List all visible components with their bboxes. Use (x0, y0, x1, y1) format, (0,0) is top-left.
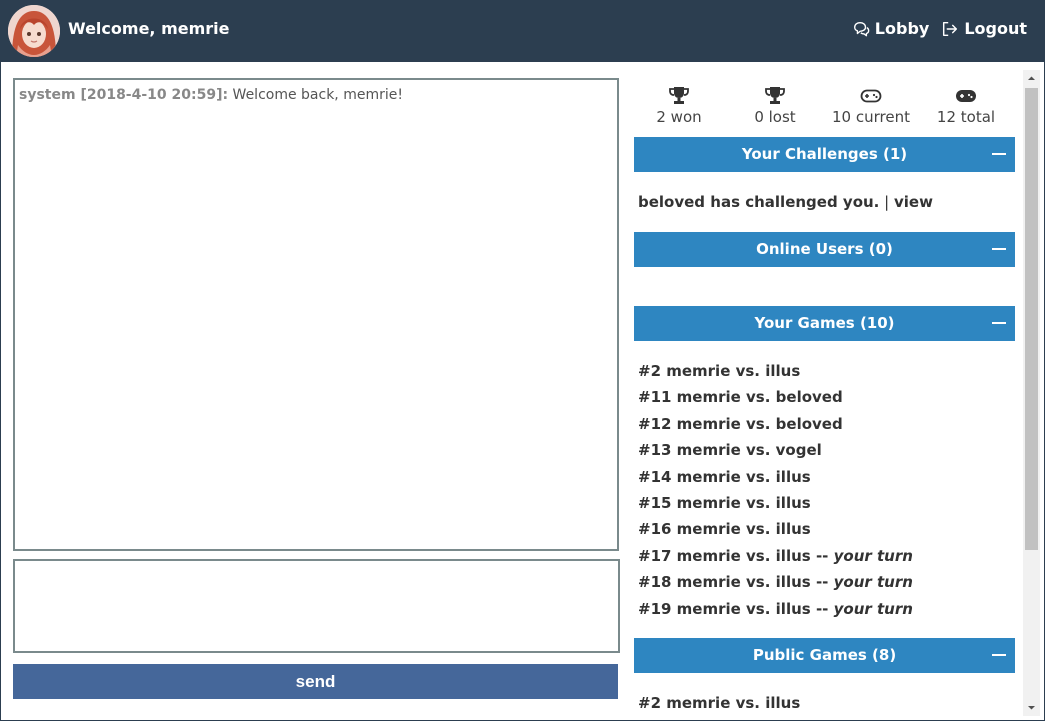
game-item[interactable]: #17 memrie vs. illus -- your turn (638, 547, 913, 565)
game-item[interactable]: #12 memrie vs. beloved (638, 415, 843, 433)
stat-label: 12 total (936, 108, 996, 126)
chat-message-input[interactable] (13, 559, 620, 653)
game-item[interactable]: #14 memrie vs. illus (638, 468, 811, 486)
gamepad-outline-icon (860, 89, 882, 103)
avatar[interactable] (8, 5, 60, 57)
game-link[interactable]: #12 memrie vs. beloved (638, 415, 843, 433)
your-turn-badge: your turn (833, 573, 913, 592)
game-link[interactable]: #14 memrie vs. illus (638, 468, 811, 486)
stats-bar: 2 won 0 lost 10 current 12 total (634, 86, 1015, 136)
game-item[interactable]: #11 memrie vs. beloved (638, 388, 843, 406)
section-title: Online Users (0) (756, 240, 893, 258)
game-link[interactable]: #13 memrie vs. vogel (638, 441, 822, 459)
stat-total: 12 total (921, 86, 1011, 126)
chat-message: system [2018-4-10 20:59]: Welcome back, … (19, 86, 613, 104)
game-item[interactable]: #13 memrie vs. vogel (638, 441, 822, 459)
game-item[interactable]: #19 memrie vs. illus -- your turn (638, 600, 913, 618)
top-bar: Welcome, memrie Lobby Logout (0, 0, 1045, 62)
collapse-icon[interactable] (992, 654, 1006, 656)
game-link[interactable]: #18 memrie vs. illus (638, 573, 811, 591)
game-link[interactable]: #2 memrie vs. illus (638, 694, 800, 712)
scroll-up-arrow-icon[interactable] (1023, 70, 1040, 87)
game-item[interactable]: #18 memrie vs. illus -- your turn (638, 573, 913, 591)
section-title: Your Games (10) (754, 314, 895, 332)
challenge-separator: | (879, 193, 894, 211)
send-button[interactable]: send (13, 664, 618, 699)
section-title: Public Games (8) (752, 646, 897, 664)
collapse-icon[interactable] (992, 153, 1006, 155)
chat-log[interactable]: system [2018-4-10 20:59]: Welcome back, … (13, 78, 619, 551)
section-header-online-users[interactable]: Online Users (0) (634, 232, 1015, 267)
section-header-public-games[interactable]: Public Games (8) (634, 638, 1015, 673)
game-item[interactable]: #15 memrie vs. illus (638, 494, 811, 512)
section-header-your-games[interactable]: Your Games (10) (634, 306, 1015, 341)
chat-message-sender: system [2018-4-10 20:59]: (19, 87, 229, 103)
welcome-title: Welcome, memrie (68, 19, 230, 38)
right-panel: 2 won 0 lost 10 current 12 total Your Ch… (634, 78, 1015, 721)
game-link[interactable]: #2 memrie vs. illus (638, 362, 800, 380)
game-link[interactable]: #11 memrie vs. beloved (638, 388, 843, 406)
turn-prefix: -- (815, 599, 834, 618)
stat-current: 10 current (826, 86, 916, 126)
turn-prefix: -- (815, 546, 834, 565)
stat-label: 0 lost (754, 108, 796, 126)
game-link[interactable]: #16 memrie vs. illus (638, 520, 811, 538)
game-item[interactable]: #16 memrie vs. illus (638, 520, 811, 538)
your-turn-badge: your turn (833, 599, 913, 618)
public-game-item[interactable]: #2 memrie vs. illus (638, 694, 800, 712)
scrollbar-thumb[interactable] (1025, 88, 1038, 550)
game-link[interactable]: #17 memrie vs. illus (638, 547, 811, 565)
challenge-item: beloved has challenged you. | view (638, 193, 933, 211)
collapse-icon[interactable] (992, 322, 1006, 324)
right-panel-scrollbar[interactable] (1023, 70, 1040, 716)
top-nav: Lobby Logout (852, 19, 1027, 38)
your-turn-badge: your turn (833, 546, 913, 565)
game-link[interactable]: #15 memrie vs. illus (638, 494, 811, 512)
chat-bubbles-icon (853, 21, 870, 36)
collapse-icon[interactable] (992, 248, 1006, 250)
challenge-text: beloved has challenged you. (638, 193, 880, 211)
trophy-icon (765, 87, 785, 104)
lobby-label: Lobby (874, 19, 930, 38)
scroll-down-arrow-icon[interactable] (1023, 699, 1040, 716)
game-link[interactable]: #19 memrie vs. illus (638, 600, 811, 618)
sign-out-icon (943, 21, 958, 36)
game-item[interactable]: #2 memrie vs. illus (638, 362, 800, 380)
logout-label: Logout (964, 19, 1027, 38)
turn-prefix: -- (815, 573, 834, 592)
trophy-icon (669, 87, 689, 104)
section-title: Your Challenges (1) (741, 145, 908, 163)
lobby-link[interactable]: Lobby (852, 19, 930, 38)
section-header-challenges[interactable]: Your Challenges (1) (634, 137, 1015, 172)
stat-label: 10 current (832, 108, 910, 126)
avatar-image (8, 5, 60, 57)
stat-label: 2 won (656, 108, 702, 126)
stat-won: 2 won (634, 86, 724, 126)
logout-link[interactable]: Logout (941, 19, 1027, 38)
chat-message-text: Welcome back, memrie! (228, 87, 403, 103)
gamepad-icon (956, 90, 976, 102)
stat-lost: 0 lost (730, 86, 820, 126)
challenge-view-link[interactable]: view (894, 193, 933, 211)
